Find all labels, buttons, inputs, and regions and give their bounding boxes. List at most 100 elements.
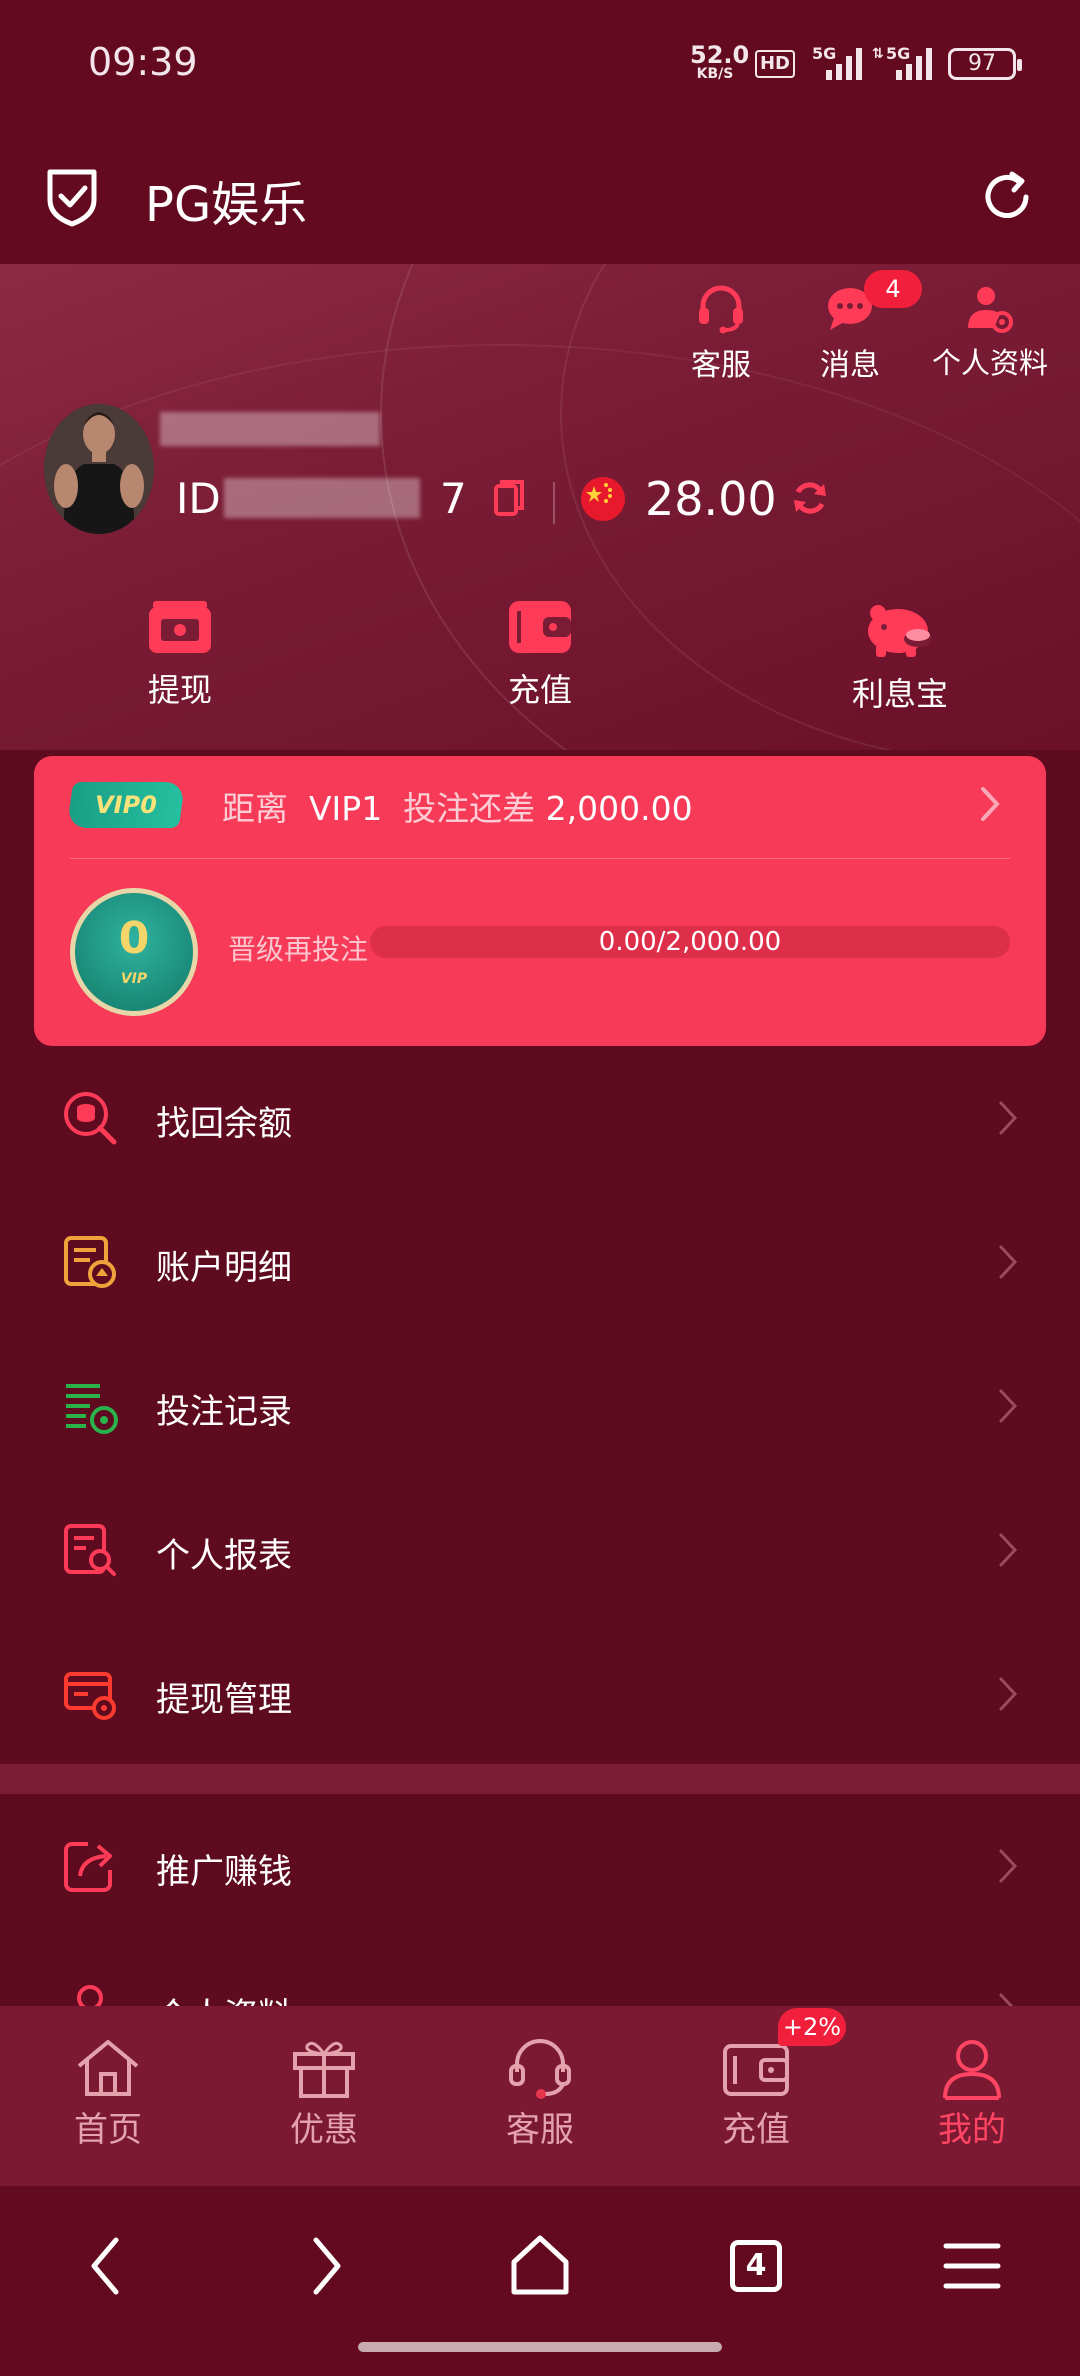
tab-home-label: 首页	[74, 2110, 142, 2150]
network-speed-value: 52.0	[690, 41, 750, 69]
chevron-right-icon	[999, 1533, 1018, 1567]
wallet-icon	[509, 601, 571, 653]
home-button-icon[interactable]	[500, 2226, 580, 2306]
shield-check-icon[interactable]	[44, 166, 100, 228]
tab-mine[interactable]: 我的	[902, 2036, 1042, 2151]
copy-icon[interactable]	[492, 478, 526, 518]
refresh-icon[interactable]	[978, 168, 1036, 226]
piggy-bank-icon	[868, 605, 932, 657]
forward-icon[interactable]	[284, 2226, 364, 2306]
deposit-button[interactable]: 充值	[455, 599, 625, 711]
menu-icon[interactable]	[932, 2226, 1012, 2306]
menu-label: 投注记录	[156, 1392, 292, 1432]
user-settings-icon	[968, 287, 1013, 333]
profile-panel: 客服 消息 4 个人资料 ID 7 28.00 提现 充值 利息宝	[0, 264, 1080, 750]
back-icon[interactable]	[68, 2226, 148, 2306]
user-id-suffix: 7	[440, 474, 467, 523]
messages-label: 消息	[820, 348, 880, 383]
battery-icon: 97	[948, 48, 1022, 80]
interest-treasure-label: 利息宝	[851, 675, 948, 713]
vip-text-prefix: 距离	[222, 789, 288, 828]
hd-voice-icon: HD	[755, 50, 795, 78]
tab-home[interactable]: 首页	[38, 2036, 178, 2151]
vip-progress-card[interactable]: VIP0 距离 VIP1 投注还差 2,000.00 0 VIP 晋级再投注 0…	[34, 756, 1046, 1046]
cn-flag-icon	[581, 477, 625, 521]
menu-item-balance-recovery[interactable]: 找回余额	[0, 1046, 1080, 1190]
user-id-label: ID	[176, 474, 221, 523]
tab-recharge[interactable]: 充值	[686, 2036, 826, 2151]
section-divider	[0, 1764, 1080, 1794]
refresh-balance-icon[interactable]	[790, 478, 830, 518]
gift-icon	[293, 2041, 355, 2098]
vip-next-level: VIP1	[308, 789, 383, 828]
vip-text-middle: 投注还差	[403, 789, 536, 828]
user-id-redacted	[224, 478, 420, 518]
vip-medal-icon: 0 VIP	[70, 888, 198, 1016]
personal-report-icon	[64, 1524, 116, 1576]
tab-customer-service[interactable]: 客服	[470, 2036, 610, 2151]
tabs-button[interactable]: 4	[716, 2226, 796, 2306]
vip-remaining: 2,000.00	[545, 789, 693, 828]
app-header: PG娱乐	[0, 130, 1080, 264]
avatar[interactable]	[44, 404, 154, 534]
menu-item-personal-report[interactable]: 个人报表	[0, 1478, 1080, 1622]
tabs-count: 4	[730, 2240, 782, 2292]
menu-item-promotion[interactable]: 推广赚钱	[0, 1794, 1080, 1938]
tab-customer-service-label: 客服	[506, 2110, 574, 2150]
progress-label: 晋级再投注	[228, 933, 369, 966]
withdraw-button[interactable]: 提现	[95, 599, 265, 711]
chevron-right-icon	[999, 1389, 1018, 1423]
promotion-share-icon	[64, 1842, 112, 1892]
vip-divider	[70, 858, 1010, 859]
vip-medal-level: 0	[118, 913, 150, 964]
signal-1-label: 5G	[812, 44, 837, 63]
deposit-label: 充值	[507, 671, 572, 709]
headset-icon	[699, 285, 743, 334]
menu-item-bet-records[interactable]: 投注记录	[0, 1334, 1080, 1478]
chevron-right-icon	[999, 1245, 1018, 1279]
withdraw-management-icon	[64, 1672, 116, 1720]
menu-label: 找回余额	[156, 1104, 292, 1144]
bet-records-icon	[66, 1384, 118, 1434]
tab-recharge-label: 充值	[722, 2110, 790, 2150]
customer-service-button[interactable]: 客服	[661, 284, 781, 384]
vip-progress-text: 0.00/2,000.00	[598, 927, 782, 957]
headset-icon	[509, 2039, 571, 2099]
vip-requirement-text: 距离 VIP1 投注还差 2,000.00	[222, 782, 693, 830]
status-bar: 09:39 52.0 KB/S HD 5G 5G ⇅ 97	[0, 0, 1080, 130]
tab-promotions[interactable]: 优惠	[254, 2036, 394, 2151]
chevron-right-icon	[999, 1849, 1018, 1883]
system-navigation-bar: 4	[0, 2186, 1080, 2376]
recharge-bonus-badge: +2%	[778, 2008, 846, 2046]
signal-icon-1: 5G	[812, 44, 862, 80]
interest-treasure-button[interactable]: 利息宝	[815, 599, 985, 715]
chevron-right-icon[interactable]	[978, 784, 1002, 824]
vip-progress-bar: 0.00/2,000.00	[370, 926, 1010, 958]
menu-label: 提现管理	[156, 1680, 292, 1720]
account-details-icon	[64, 1236, 116, 1288]
tab-mine-label: 我的	[938, 2110, 1006, 2150]
cash-withdraw-icon	[149, 601, 211, 653]
menu-label: 推广赚钱	[156, 1852, 292, 1892]
profile-settings-button[interactable]: 个人资料	[920, 284, 1060, 382]
menu-item-withdraw-management[interactable]: 提现管理	[0, 1622, 1080, 1766]
menu-item-account-details[interactable]: 账户明细	[0, 1190, 1080, 1334]
balance-amount: 28.00	[645, 472, 777, 526]
balance-recovery-icon	[64, 1092, 117, 1145]
vip-medal-label: VIP	[120, 971, 148, 987]
network-speed-unit: KB/S	[696, 66, 734, 82]
vip-badge-text: VIP0	[95, 791, 157, 819]
signal-icon-2: 5G ⇅	[872, 44, 934, 80]
app-title: PG娱乐	[145, 177, 308, 233]
tab-promotions-label: 优惠	[290, 2110, 358, 2150]
vip-level-badge: VIP0	[66, 782, 186, 828]
network-speed: 52.0 KB/S	[690, 41, 750, 82]
nickname-redacted	[160, 412, 380, 446]
chevron-right-icon	[999, 1101, 1018, 1135]
menu-label: 个人报表	[156, 1536, 292, 1576]
chevron-right-icon	[999, 1677, 1018, 1711]
profile-settings-label: 个人资料	[931, 346, 1048, 380]
withdraw-label: 提现	[147, 671, 212, 709]
home-indicator[interactable]	[358, 2342, 722, 2352]
signal-2-label: 5G	[886, 44, 911, 63]
